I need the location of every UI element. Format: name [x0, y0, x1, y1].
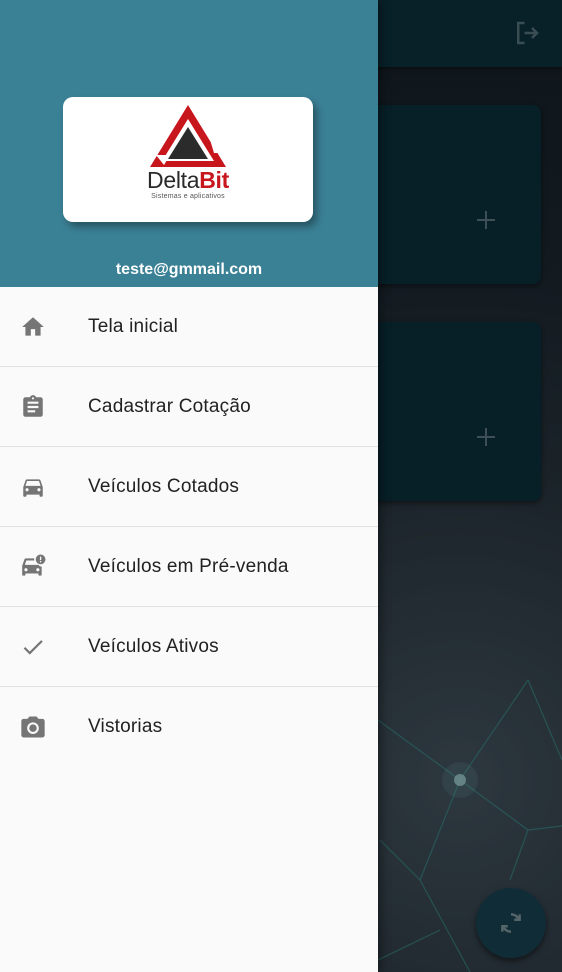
menu-item-veiculos-pre-venda[interactable]: Veículos em Pré-venda — [0, 527, 378, 607]
car-front-icon — [19, 473, 47, 501]
camera-icon — [19, 713, 47, 741]
brand-name-part2: Bit — [199, 167, 229, 193]
brand-name: DeltaBit — [63, 167, 313, 193]
user-email: teste@gmmail.com — [115, 261, 263, 278]
menu-item-cadastrar-cotacao[interactable]: Cadastrar Cotação — [0, 367, 378, 447]
navigation-drawer: DeltaBit Sistemas e aplicativos teste@gm… — [0, 0, 378, 972]
menu-item-veiculos-cotados[interactable]: Veículos Cotados — [0, 447, 378, 527]
company-logo-card: DeltaBit Sistemas e aplicativos — [63, 97, 313, 222]
brand-name-part1: Delta — [147, 167, 200, 193]
menu-item-label: Cadastrar Cotação — [88, 395, 251, 417]
menu-item-vistorias[interactable]: Vistorias — [0, 687, 378, 766]
car-alert-icon — [19, 553, 47, 581]
deltabit-logo-icon — [150, 105, 226, 167]
menu-item-tela-inicial[interactable]: Tela inicial — [0, 287, 378, 367]
drawer-header: DeltaBit Sistemas e aplicativos teste@gm… — [0, 0, 378, 287]
home-icon — [19, 313, 47, 341]
check-icon — [19, 633, 47, 661]
menu-item-label: Veículos Cotados — [88, 475, 240, 497]
menu-item-label: Tela inicial — [88, 315, 179, 337]
clipboard-icon — [19, 393, 47, 421]
menu-item-veiculos-ativos[interactable]: Veículos Ativos — [0, 607, 378, 687]
drawer-menu: Tela inicial Cadastrar Cotação Veículos … — [0, 287, 378, 766]
menu-item-label: Vistorias — [88, 715, 163, 737]
menu-item-label: Veículos Ativos — [88, 635, 219, 657]
menu-item-label: Veículos em Pré-venda — [88, 555, 289, 577]
brand-tagline: Sistemas e aplicativos — [151, 193, 225, 200]
